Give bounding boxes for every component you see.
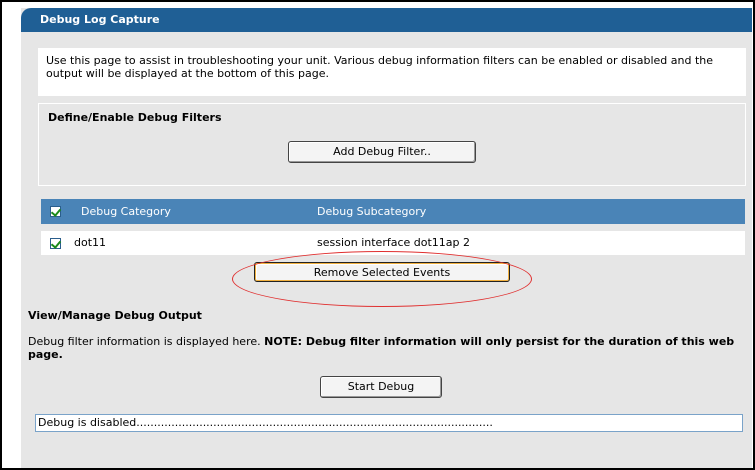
select-all-checkbox[interactable]: [50, 206, 61, 217]
row-checkbox[interactable]: [50, 238, 61, 249]
filters-table-header: Debug Category Debug Subcategory: [41, 199, 745, 224]
output-description: Debug filter information is displayed he…: [28, 335, 748, 361]
remove-selected-events-button[interactable]: Remove Selected Events: [254, 262, 510, 282]
row-subcategory: session interface dot11ap 2: [317, 236, 471, 249]
column-header-subcategory: Debug Subcategory: [317, 205, 427, 218]
page-title: Debug Log Capture: [40, 13, 160, 26]
filters-title: Define/Enable Debug Filters: [48, 111, 222, 124]
debug-output-field[interactable]: Debug is disabled.......................…: [35, 414, 743, 432]
table-row: dot11 session interface dot11ap 2: [41, 231, 745, 255]
output-title: View/Manage Debug Output: [28, 309, 202, 322]
start-debug-button[interactable]: Start Debug: [320, 376, 442, 398]
row-category: dot11: [74, 236, 107, 249]
intro-text: Use this page to assist in troubleshooti…: [38, 48, 746, 96]
output-description-text: Debug filter information is displayed he…: [28, 335, 265, 348]
column-header-category: Debug Category: [81, 205, 171, 218]
debug-panel: Debug Log Capture Use this page to assis…: [21, 8, 752, 468]
panel-header: Debug Log Capture: [21, 8, 752, 32]
add-debug-filter-button[interactable]: Add Debug Filter..: [288, 141, 476, 163]
